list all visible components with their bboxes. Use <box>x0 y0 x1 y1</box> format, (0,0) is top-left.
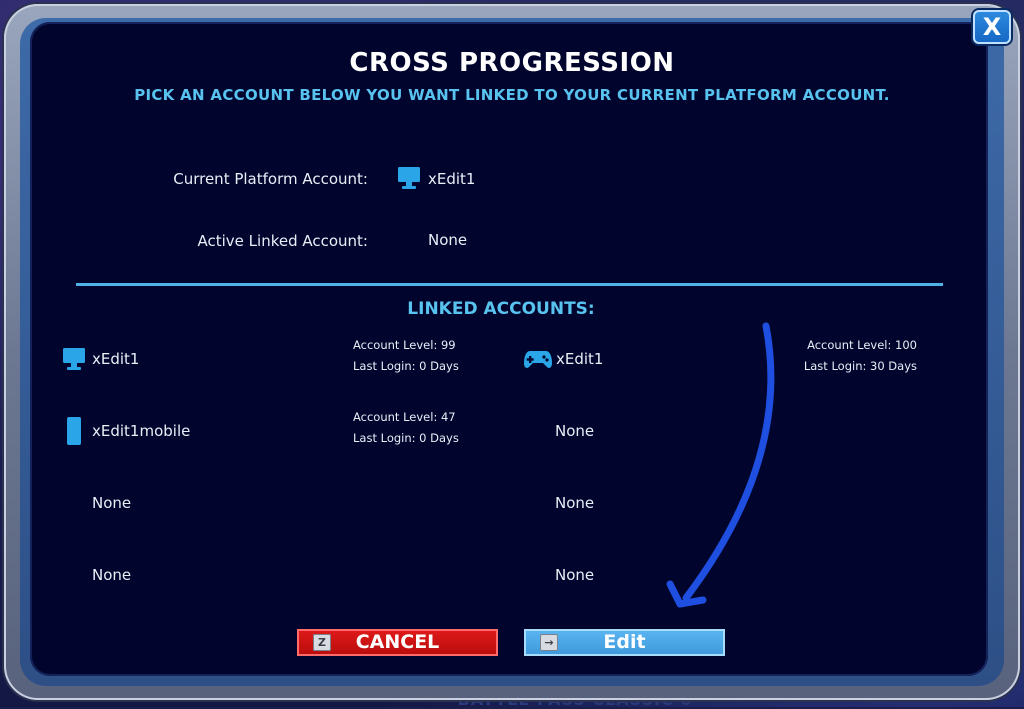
section-divider <box>76 283 943 286</box>
dialog-subtitle: PICK AN ACCOUNT BELOW YOU WANT LINKED TO… <box>134 86 890 104</box>
last-login: Last Login: 0 Days <box>353 431 459 445</box>
pc-monitor-icon <box>398 167 420 189</box>
current-platform-label: Current Platform Account: <box>173 170 368 188</box>
pc-monitor-icon <box>63 348 85 370</box>
edit-button[interactable]: → Edit <box>524 629 725 656</box>
linked-accounts-title: LINKED ACCOUNTS: <box>407 299 595 319</box>
empty-account-slot[interactable]: None <box>555 494 594 512</box>
close-button[interactable]: X <box>973 10 1011 44</box>
linked-account-name: xEdit1 <box>92 350 140 368</box>
linked-account-meta: Account Level: 99 Last Login: 0 Days <box>353 335 459 377</box>
empty-account-slot[interactable]: None <box>92 494 131 512</box>
account-level: Account Level: 47 <box>353 410 456 424</box>
linked-account-name: xEdit1 <box>556 350 604 368</box>
close-icon: X <box>982 13 1002 41</box>
gamepad-icon <box>524 351 552 368</box>
linked-account-name: xEdit1mobile <box>92 422 191 440</box>
empty-account-slot[interactable]: None <box>92 566 131 584</box>
current-platform-value: xEdit1 <box>428 170 476 188</box>
dialog-title: CROSS PROGRESSION <box>349 48 675 78</box>
cancel-button[interactable]: Z CANCEL <box>297 629 498 656</box>
last-login: Last Login: 30 Days <box>803 359 917 373</box>
last-login: Last Login: 0 Days <box>353 359 459 373</box>
linked-account-meta: Account Level: 100 Last Login: 30 Days <box>778 335 917 377</box>
empty-account-slot[interactable]: None <box>555 566 594 584</box>
cancel-label: CANCEL <box>355 631 440 653</box>
active-linked-value: None <box>428 231 468 249</box>
account-level: Account Level: 100 <box>807 338 917 352</box>
mobile-phone-icon <box>67 417 81 445</box>
linked-account-meta: Account Level: 47 Last Login: 0 Days <box>353 407 459 449</box>
edit-label: Edit <box>603 631 646 653</box>
account-level: Account Level: 99 <box>353 338 456 352</box>
empty-account-slot[interactable]: None <box>555 422 594 440</box>
active-linked-label: Active Linked Account: <box>197 232 369 250</box>
